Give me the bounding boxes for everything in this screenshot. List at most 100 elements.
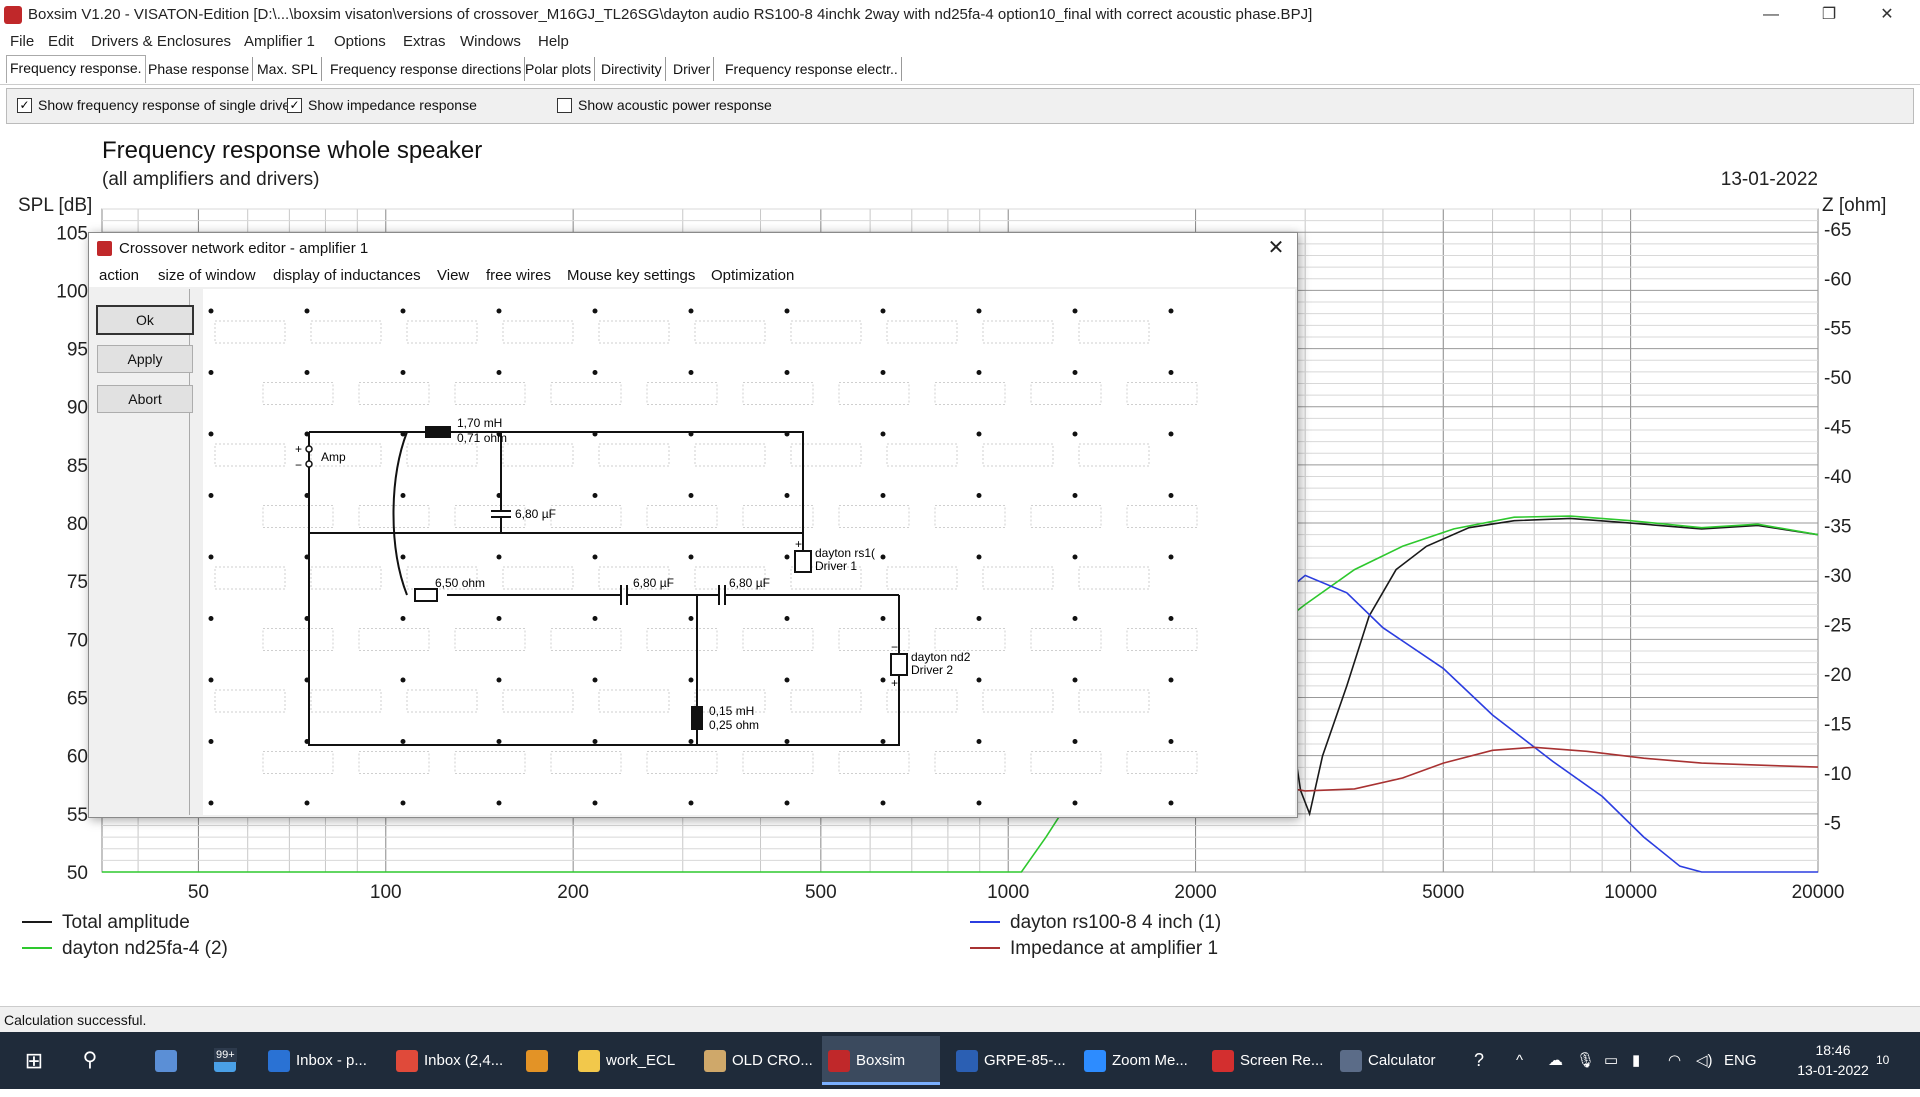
menu-help[interactable]: Help	[538, 33, 569, 50]
taskbar-app-zoom-me[interactable]: Zoom Me...	[1078, 1036, 1198, 1085]
dialog-menu-view[interactable]: View	[437, 267, 469, 284]
x-tick-label: 20000	[1792, 882, 1845, 903]
driver1-symbol[interactable]	[794, 550, 812, 573]
taskbar-app-boxsim[interactable]: Boxsim	[822, 1036, 940, 1085]
grid-dot	[784, 493, 790, 498]
taskbar-app-label: Inbox - p...	[296, 1052, 367, 1069]
r1-value: 6,50 ohm	[435, 576, 485, 590]
badge-app[interactable]: 99+	[214, 1036, 254, 1085]
dialog-menu-display-of-inductances[interactable]: display of inductances	[273, 267, 421, 284]
search-icon[interactable]: ⚲	[70, 1036, 110, 1085]
grid-dot	[400, 308, 406, 314]
grid-dot	[496, 370, 502, 375]
taskbar-app-grpe-85[interactable]: GRPE-85-...	[950, 1036, 1070, 1085]
impedance-checkbox[interactable]: ✓	[287, 98, 302, 113]
clock[interactable]: 18:46 13-01-2022	[1788, 1040, 1878, 1097]
wifi-icon[interactable]: ◠	[1668, 1032, 1681, 1089]
grid-dot	[1168, 739, 1174, 744]
grid-dot	[400, 370, 406, 375]
tab-polar-plots[interactable]: Polar plots	[522, 57, 596, 81]
taskview-icon[interactable]	[155, 1036, 195, 1085]
taskbar-app-label: Calculator	[1368, 1052, 1436, 1069]
taskbar-app-screen-re[interactable]: Screen Re...	[1206, 1036, 1326, 1085]
tray-display-icon[interactable]: ▭	[1604, 1032, 1618, 1089]
amp-terminal-minus[interactable]	[305, 460, 313, 468]
grid-dot	[304, 800, 310, 806]
tray-chevron-icon[interactable]: ^	[1516, 1032, 1523, 1089]
dialog-menu-optimization[interactable]: Optimization	[711, 267, 794, 284]
amp-terminal-plus[interactable]	[305, 445, 313, 453]
tab-max-spl[interactable]: Max. SPL	[254, 57, 322, 81]
taskbar: ⊞ ⚲ 99+ Inbox - p... Inbox (2,4... work_EC…	[0, 1032, 1920, 1089]
driver2-plus: +	[891, 676, 898, 690]
grid-dot	[496, 616, 502, 621]
help-icon[interactable]: ?	[1474, 1032, 1484, 1089]
tab-frequency-response-electr[interactable]: Frequency response electr..	[722, 57, 902, 81]
battery-icon[interactable]: ▮	[1632, 1032, 1640, 1089]
ok-button[interactable]: Ok	[96, 305, 194, 335]
abort-button[interactable]: Abort	[97, 385, 193, 413]
minimize-button[interactable]: —	[1748, 0, 1794, 30]
tab-driver[interactable]: Driver	[670, 57, 715, 81]
dialog-menu-action[interactable]: action	[99, 267, 139, 284]
menu-options[interactable]: Options	[334, 33, 386, 50]
inductor-l1[interactable]	[425, 426, 451, 438]
volume-icon[interactable]: ◁)	[1696, 1032, 1713, 1089]
dialog-close-button[interactable]: ✕	[1261, 235, 1291, 261]
grid-dot	[976, 800, 982, 806]
grid-dot	[688, 616, 694, 621]
taskbar-app-inbox-p[interactable]: Inbox - p...	[262, 1036, 380, 1085]
restore-button[interactable]: ❐	[1806, 0, 1852, 30]
menu-file[interactable]: File	[10, 33, 34, 50]
close-button[interactable]: ✕	[1864, 0, 1910, 30]
grid-dot	[496, 308, 502, 314]
impedance-label: Show impedance response	[308, 97, 477, 113]
language-indicator[interactable]: ENG	[1724, 1032, 1757, 1089]
y-tick-label: 65	[67, 689, 88, 710]
menu-edit[interactable]: Edit	[48, 33, 74, 50]
menu-extras[interactable]: Extras	[403, 33, 446, 50]
taskbar-app-editor[interactable]	[520, 1036, 560, 1085]
y-tick-label: 80	[67, 514, 88, 535]
dialog-menu-size-of-window[interactable]: size of window	[158, 267, 256, 284]
driver2-symbol[interactable]	[890, 653, 908, 676]
taskbar-app-inbox-2-4[interactable]: Inbox (2,4...	[390, 1036, 510, 1085]
single-drive-checkbox[interactable]: ✓	[17, 98, 32, 113]
taskbar-app-work-ecl[interactable]: work_ECL	[572, 1036, 688, 1085]
tab-frequency-response[interactable]: Frequency response.	[6, 55, 146, 83]
y-tick-label: 100	[56, 281, 88, 302]
grid-dot	[784, 370, 790, 375]
grid-dot	[880, 739, 886, 744]
resistor-r1[interactable]	[414, 588, 438, 602]
start-button[interactable]: ⊞	[14, 1036, 54, 1085]
app-icon	[578, 1050, 600, 1073]
dialog-menu-mouse-key-settings[interactable]: Mouse key settings	[567, 267, 695, 284]
menu-drivers-enclosures[interactable]: Drivers & Enclosures	[91, 33, 231, 50]
menu-amplifier-1[interactable]: Amplifier 1	[244, 33, 315, 50]
grid-dot	[976, 677, 982, 683]
apply-button[interactable]: Apply	[97, 345, 193, 373]
taskbar-app-label: Inbox (2,4...	[424, 1052, 504, 1069]
y2-tick-label: -45	[1824, 418, 1851, 439]
tab-phase-response[interactable]: Phase response	[145, 57, 254, 81]
acoustic-power-checkbox[interactable]	[557, 98, 572, 113]
grid-dot	[784, 554, 790, 560]
taskbar-app-calculator[interactable]: Calculator	[1334, 1036, 1454, 1085]
grid-dot	[496, 554, 502, 560]
tray-cloud-icon[interactable]: ☁	[1548, 1032, 1563, 1089]
grid-dot	[304, 308, 310, 314]
taskbar-app-label: Boxsim	[856, 1052, 906, 1069]
tab-directivity[interactable]: Directivity	[598, 57, 666, 81]
inductor-l2[interactable]	[691, 706, 703, 730]
circuit-canvas[interactable]: 1,70 mH 0,71 ohm 6,80 µF + dayton rs1( D…	[203, 289, 1295, 815]
menu-windows[interactable]: Windows	[460, 33, 521, 50]
taskbar-app-old-cro[interactable]: OLD CRO...	[698, 1036, 818, 1085]
dialog-menu-free-wires[interactable]: free wires	[486, 267, 551, 284]
grid-dot	[976, 370, 982, 375]
grid-dot	[1072, 493, 1078, 498]
tab-frequency-response-directions[interactable]: Frequency response directions	[327, 57, 526, 81]
boxsim-icon	[4, 6, 22, 24]
tray-mic-icon[interactable]: 🎙	[1576, 1032, 1595, 1089]
notification-center[interactable]: 10	[1876, 1032, 1889, 1089]
grid-dot	[1168, 370, 1174, 375]
